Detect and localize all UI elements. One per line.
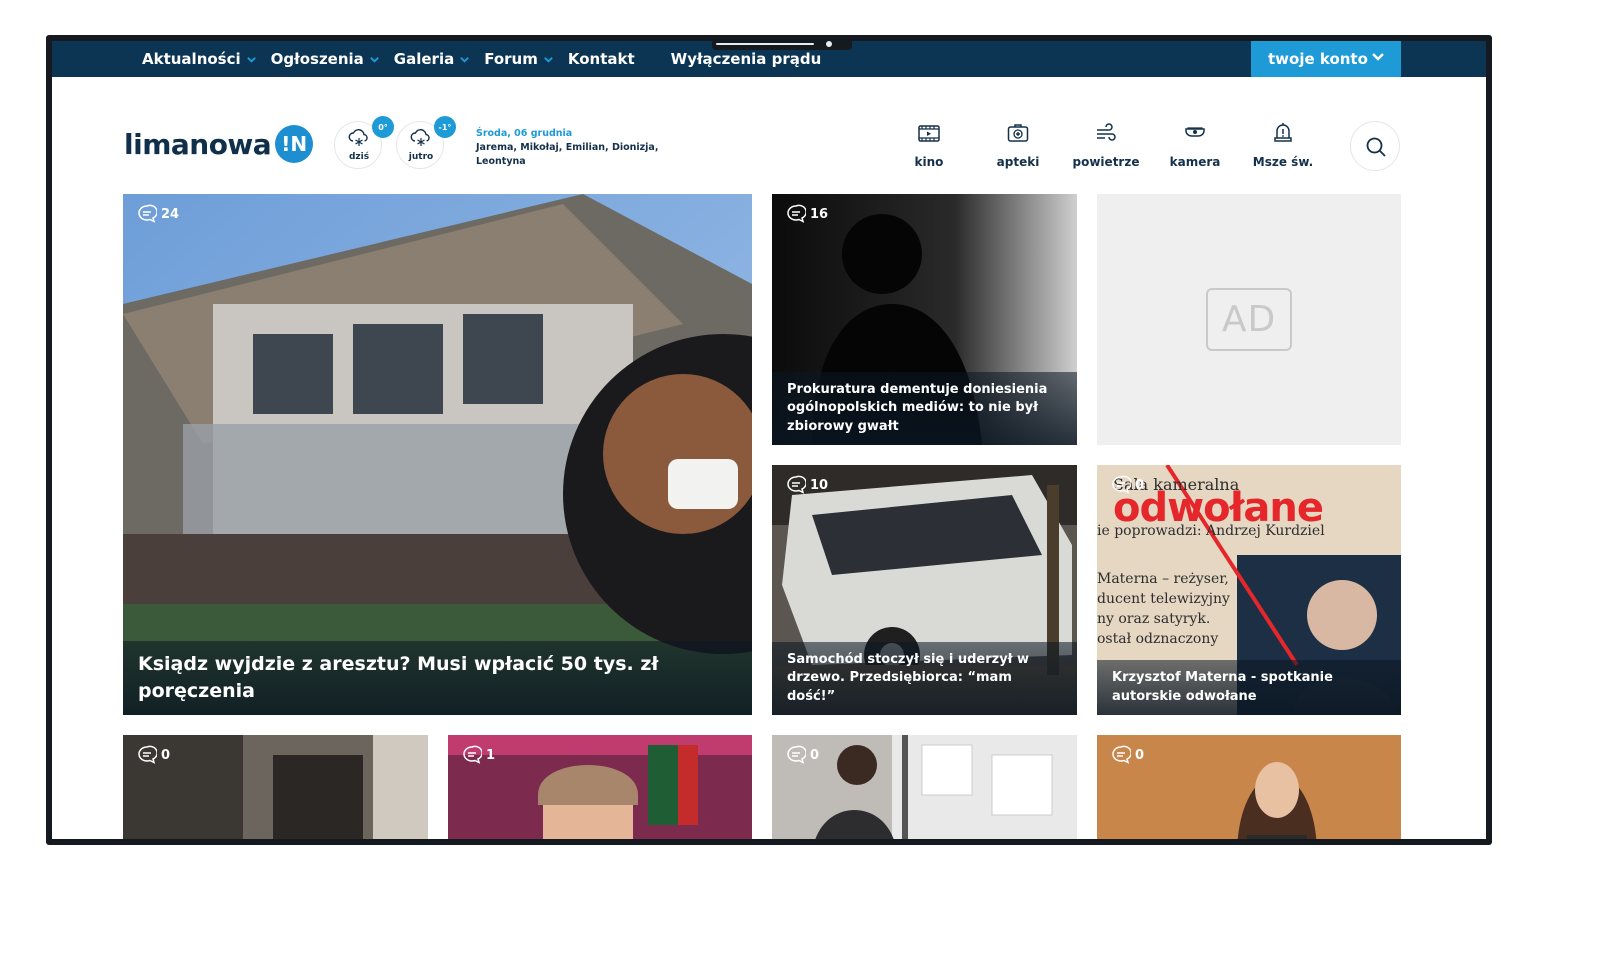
camera-notch bbox=[712, 41, 852, 50]
quick-link-label: kamera bbox=[1169, 155, 1221, 169]
chevron-down-icon bbox=[544, 56, 553, 63]
comment-count: 24 bbox=[137, 204, 179, 224]
article-card[interactable]: 16 Prokuratura dementuje doniesienia ogó… bbox=[772, 194, 1077, 445]
bell-icon bbox=[1274, 123, 1292, 142]
date-nameday-info: Środa, 06 grudnia Jarema, Mikołaj, Emili… bbox=[476, 127, 676, 169]
nav-item-label: Ogłoszenia bbox=[270, 50, 364, 68]
site-logo[interactable]: limanowa !N bbox=[124, 125, 314, 163]
comment-count-value: 16 bbox=[810, 206, 829, 222]
quick-link-label: kino bbox=[914, 155, 944, 169]
article-card[interactable]: 0 bbox=[1097, 735, 1401, 839]
article-title[interactable]: Krzysztof Materna - spotkanie autorskie … bbox=[1097, 660, 1401, 715]
featured-article[interactable]: 24 Ksiądz wyjdzie z aresztu? Musi wpłaci… bbox=[123, 194, 752, 715]
comment-bubble-icon bbox=[138, 745, 157, 764]
comment-count: 10 bbox=[786, 475, 828, 495]
name-days: Jarema, Mikołaj, Emilian, Dionizja, Leon… bbox=[476, 142, 659, 167]
quick-link-label: Msze św. bbox=[1252, 155, 1314, 169]
advertisement-slot[interactable]: AD bbox=[1097, 194, 1401, 445]
nav-item-ogloszenia[interactable]: Ogłoszenia bbox=[271, 50, 380, 68]
quick-link-label: apteki bbox=[996, 155, 1040, 169]
article-card[interactable]: 0 bbox=[772, 735, 1077, 839]
temperature-badge: -1° bbox=[434, 116, 456, 138]
comment-count: 1 bbox=[462, 745, 495, 765]
device-frame: Aktualności Ogłoszenia Galeria Forum Kon… bbox=[46, 35, 1492, 845]
temperature-badge: 0° bbox=[372, 116, 394, 138]
article-image bbox=[123, 194, 752, 715]
nav-item-forum[interactable]: Forum bbox=[484, 50, 554, 68]
comment-count-value: 1 bbox=[486, 747, 496, 763]
quick-link-kino[interactable]: kino bbox=[889, 121, 969, 169]
site-header: limanowa !N dziś 0° jutro -1° Środa, 06 … bbox=[52, 77, 1486, 197]
comment-bubble-icon bbox=[787, 204, 806, 223]
article-card[interactable]: 1 bbox=[448, 735, 752, 839]
comment-bubble-icon bbox=[138, 204, 157, 223]
comment-bubble-icon bbox=[787, 475, 806, 494]
comment-count-value: 0 bbox=[1135, 477, 1145, 493]
nav-item-label: Galeria bbox=[393, 50, 455, 68]
comment-count-value: 0 bbox=[1135, 747, 1145, 763]
comment-count: 0 bbox=[1111, 745, 1144, 765]
article-title[interactable]: Prokuratura dementuje doniesienia ogólno… bbox=[772, 371, 1077, 445]
comment-count: 0 bbox=[137, 745, 170, 765]
weather-label: jutro bbox=[408, 152, 434, 162]
article-card[interactable]: 10 Samochód stoczył się i uderzył w drze… bbox=[772, 465, 1077, 715]
snow-cloud-icon bbox=[410, 129, 430, 146]
nav-item-wylaczenia-pradu[interactable]: Wyłączenia prądu bbox=[671, 50, 822, 68]
ad-placeholder-label: AD bbox=[1206, 288, 1292, 351]
search-icon bbox=[1366, 137, 1386, 157]
nav-item-label: Kontakt bbox=[567, 50, 635, 68]
nav-item-kontakt[interactable]: Kontakt bbox=[568, 50, 635, 68]
comment-count-value: 0 bbox=[810, 747, 820, 763]
logo-text: limanowa bbox=[124, 127, 272, 161]
nav-item-label: Wyłączenia prądu bbox=[670, 50, 822, 68]
comment-bubble-icon bbox=[787, 745, 806, 764]
quick-link-apteki[interactable]: apteki bbox=[978, 121, 1058, 169]
quick-link-kamera[interactable]: kamera bbox=[1155, 121, 1235, 169]
comment-count: 16 bbox=[786, 204, 828, 224]
account-button[interactable]: twoje konto bbox=[1251, 41, 1401, 77]
comment-bubble-icon bbox=[463, 745, 482, 764]
first-aid-kit-icon bbox=[1007, 124, 1029, 142]
quick-link-label: powietrze bbox=[1072, 155, 1140, 169]
comment-bubble-icon bbox=[1112, 475, 1131, 494]
nav-item-label: Aktualności bbox=[142, 50, 241, 68]
account-label: twoje konto bbox=[1268, 50, 1368, 68]
quick-link-powietrze[interactable]: powietrze bbox=[1066, 121, 1146, 169]
comment-count-value: 10 bbox=[810, 477, 829, 493]
image-text-prowadzacy: ie poprowadzi: Andrzej Kurdziel bbox=[1097, 523, 1325, 539]
nav-item-aktualnosci[interactable]: Aktualności bbox=[142, 50, 257, 68]
weather-label: dziś bbox=[348, 152, 370, 162]
browser-viewport: Aktualności Ogłoszenia Galeria Forum Kon… bbox=[52, 41, 1486, 839]
logo-badge: !N bbox=[275, 125, 314, 163]
comment-count: 0 bbox=[1111, 475, 1144, 495]
quick-link-msze[interactable]: Msze św. bbox=[1243, 121, 1323, 169]
chevron-down-icon bbox=[1372, 53, 1384, 61]
article-title[interactable]: Ksiądz wyjdzie z aresztu? Musi wpłacić 5… bbox=[123, 641, 752, 715]
film-icon bbox=[918, 125, 940, 142]
image-text-line: ny oraz satyryk. bbox=[1097, 611, 1211, 627]
comment-count: 0 bbox=[786, 745, 819, 765]
comment-count-value: 0 bbox=[161, 747, 171, 763]
search-button[interactable] bbox=[1350, 121, 1400, 171]
chevron-down-icon bbox=[369, 56, 379, 63]
image-text-body: Materna – reżyser, ducent telewizyjny ny… bbox=[1097, 569, 1230, 649]
image-text-line: Materna – reżyser, bbox=[1097, 571, 1229, 587]
comment-bubble-icon bbox=[1112, 745, 1131, 764]
wind-icon bbox=[1097, 123, 1116, 141]
chevron-down-icon bbox=[460, 56, 470, 63]
chevron-down-icon bbox=[246, 56, 256, 63]
weather-today[interactable]: dziś 0° bbox=[334, 116, 394, 169]
nav-item-galeria[interactable]: Galeria bbox=[394, 50, 470, 68]
article-card[interactable]: Sala kameralna odwołane ie poprowadzi: A… bbox=[1097, 465, 1401, 715]
current-date: Środa, 06 grudnia bbox=[476, 128, 573, 139]
nav-item-label: Forum bbox=[484, 50, 538, 68]
comment-count-value: 24 bbox=[161, 206, 180, 222]
article-card[interactable]: 0 bbox=[123, 735, 428, 839]
snow-cloud-icon bbox=[348, 129, 368, 146]
weather-tomorrow[interactable]: jutro -1° bbox=[396, 116, 456, 169]
camera-icon bbox=[1185, 127, 1205, 137]
image-text-line: ostał odznaczony bbox=[1097, 631, 1219, 647]
article-title[interactable]: Samochód stoczył się i uderzył w drzewo.… bbox=[772, 641, 1077, 715]
image-text-line: ducent telewizyjny bbox=[1097, 591, 1230, 607]
